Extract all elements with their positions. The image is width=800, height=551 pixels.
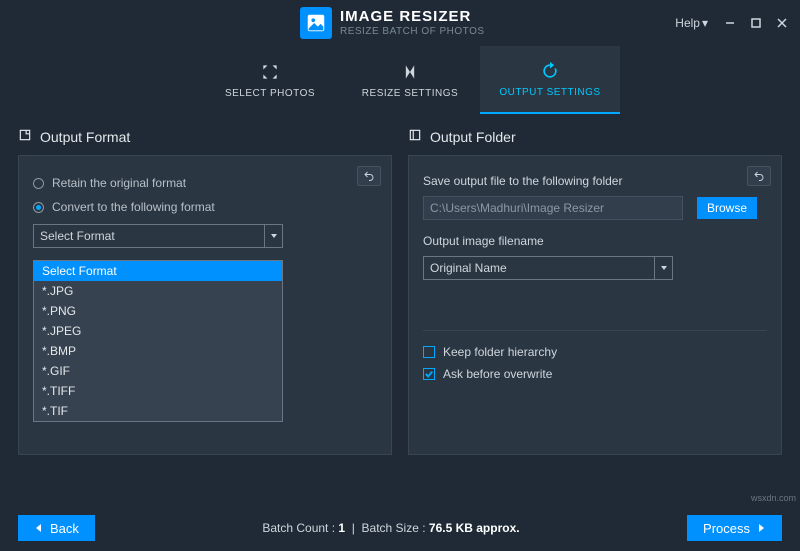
minimize-button[interactable] [720, 14, 740, 32]
app-title: IMAGE RESIZER [340, 9, 485, 26]
save-folder-label: Save output file to the following folder [423, 174, 767, 188]
format-option[interactable]: *.TIFF [34, 381, 282, 401]
help-label: Help [675, 16, 700, 30]
format-option[interactable]: Select Format [34, 261, 282, 281]
undo-icon [363, 170, 375, 182]
radio-label: Convert to the following format [52, 200, 215, 214]
chevron-down-icon [654, 257, 672, 279]
select-value: Select Format [40, 229, 115, 243]
output-folder-panel: Save output file to the following folder… [408, 155, 782, 455]
format-option[interactable]: *.TIF [34, 401, 282, 421]
app-logo [300, 7, 332, 39]
checkbox-keep-hierarchy[interactable]: Keep folder hierarchy [423, 345, 767, 359]
tab-label: RESIZE SETTINGS [362, 88, 458, 99]
resize-icon [400, 62, 420, 82]
select-value: Original Name [430, 261, 507, 275]
tab-resize-settings[interactable]: RESIZE SETTINGS [340, 46, 480, 114]
process-label: Process [703, 521, 750, 536]
back-button[interactable]: Back [18, 515, 95, 541]
folder-icon [408, 128, 422, 145]
checkbox-ask-overwrite[interactable]: Ask before overwrite [423, 367, 767, 381]
output-path-input[interactable]: C:\Users\Madhuri\Image Resizer [423, 196, 683, 220]
refresh-icon [540, 61, 560, 81]
format-option[interactable]: *.PNG [34, 301, 282, 321]
chevron-left-icon [34, 523, 44, 533]
browse-button[interactable]: Browse [697, 197, 757, 219]
watermark: wsxdn.com [751, 493, 796, 503]
tab-select-photos[interactable]: SELECT PHOTOS [200, 46, 340, 114]
checkbox-icon [423, 368, 435, 380]
chevron-right-icon [756, 523, 766, 533]
format-option[interactable]: *.GIF [34, 361, 282, 381]
expand-icon [260, 62, 280, 82]
help-menu[interactable]: Help ▾ [669, 12, 714, 34]
back-label: Back [50, 521, 79, 536]
radio-convert-format[interactable]: Convert to the following format [33, 200, 377, 214]
process-button[interactable]: Process [687, 515, 782, 541]
chevron-down-icon [264, 225, 282, 247]
maximize-button[interactable] [746, 14, 766, 32]
format-option[interactable]: *.BMP [34, 341, 282, 361]
chevron-down-icon: ▾ [702, 16, 708, 30]
output-icon [18, 128, 32, 145]
format-select[interactable]: Select Format [33, 224, 283, 248]
tab-output-settings[interactable]: OUTPUT SETTINGS [480, 46, 620, 114]
filename-label: Output image filename [423, 234, 767, 248]
reset-folder-button[interactable] [747, 166, 771, 186]
output-format-heading: Output Format [40, 129, 130, 145]
tab-label: SELECT PHOTOS [225, 88, 315, 99]
output-format-panel: Retain the original format Convert to th… [18, 155, 392, 455]
checkbox-label: Keep folder hierarchy [443, 345, 557, 359]
filename-select[interactable]: Original Name [423, 256, 673, 280]
radio-label: Retain the original format [52, 176, 186, 190]
checkbox-label: Ask before overwrite [443, 367, 552, 381]
format-dropdown: Select Format *.JPG *.PNG *.JPEG *.BMP *… [33, 260, 283, 422]
app-subtitle: RESIZE BATCH OF PHOTOS [340, 26, 485, 37]
radio-icon [33, 202, 44, 213]
checkbox-icon [423, 346, 435, 358]
format-option[interactable]: *.JPG [34, 281, 282, 301]
output-folder-heading: Output Folder [430, 129, 516, 145]
status-bar: Batch Count : 1 | Batch Size : 76.5 KB a… [95, 521, 687, 535]
tab-label: OUTPUT SETTINGS [499, 87, 600, 98]
radio-icon [33, 178, 44, 189]
reset-format-button[interactable] [357, 166, 381, 186]
undo-icon [753, 170, 765, 182]
radio-retain-original[interactable]: Retain the original format [33, 176, 377, 190]
format-option[interactable]: *.JPEG [34, 321, 282, 341]
close-button[interactable] [772, 14, 792, 32]
